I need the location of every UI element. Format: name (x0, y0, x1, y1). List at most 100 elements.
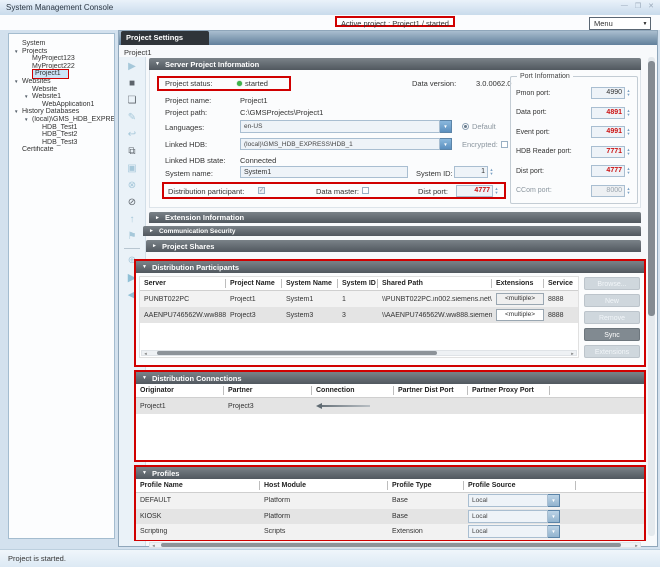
section-header-distribution-participants[interactable]: ▼ Distribution Participants (136, 261, 644, 273)
tree-item-webapplication1[interactable]: WebApplication1 (9, 101, 114, 109)
spin-down-icon[interactable]: ▼ (625, 171, 632, 175)
section-header-communication-security[interactable]: ► Communication Security (143, 226, 641, 236)
close-project-icon[interactable]: ⊗ (122, 178, 142, 193)
ccom-port-stepper[interactable]: 8000 ▲▼ (591, 185, 632, 197)
tree-item-certificate[interactable]: Certificate (9, 146, 114, 154)
system-id-stepper[interactable]: 1 ▲▼ (454, 166, 495, 178)
spin-down-icon[interactable]: ▼ (625, 113, 632, 117)
section-header-extension-information[interactable]: ► Extension Information (149, 212, 641, 223)
unlink-hdb-icon[interactable]: ⊘ (122, 195, 142, 210)
expander-icon[interactable]: ▼ (14, 108, 22, 116)
col-server[interactable]: Server (140, 279, 226, 288)
tree-item-website[interactable]: Website (9, 86, 114, 94)
col-partner-dist-port[interactable]: Partner Dist Port (394, 386, 468, 395)
chevron-down-icon[interactable]: ▼ (440, 120, 452, 133)
participants-h-scrollbar[interactable]: ◄ ► (141, 350, 577, 356)
col-service-port[interactable]: Service P (544, 279, 574, 288)
profiles-row-2[interactable]: KIOSK Platform Base Local▼ (136, 509, 644, 525)
col-system-id[interactable]: System ID (338, 279, 378, 288)
sync-button[interactable]: Sync (584, 328, 640, 341)
col-project-name[interactable]: Project Name (226, 279, 282, 288)
tree-item-hdb-test3[interactable]: HDB_Test3 (9, 139, 114, 147)
extensions-multiple-button[interactable]: <multiple> (496, 309, 544, 321)
edit-icon[interactable]: ✎ (122, 110, 142, 125)
expander-icon[interactable]: ▼ (14, 48, 22, 56)
stop-icon[interactable]: ■ (122, 76, 142, 91)
tree-item-myproject123[interactable]: MyProject123 (9, 55, 114, 63)
col-originator[interactable]: Originator (136, 386, 224, 395)
extensions-multiple-button[interactable]: <multiple> (496, 293, 544, 305)
tree-item-history-databases[interactable]: ▼History Databases (9, 108, 114, 116)
dist-port-stepper2[interactable]: 4777 ▲▼ (591, 165, 632, 177)
col-partner-proxy-port[interactable]: Partner Proxy Port (468, 386, 550, 395)
col-host-module[interactable]: Host Module (260, 481, 388, 490)
data-port-stepper[interactable]: 4891 ▲▼ (591, 107, 632, 119)
scrollbar-thumb[interactable] (648, 61, 655, 316)
spin-down-icon[interactable]: ▼ (488, 172, 495, 176)
tree-item-projects[interactable]: ▼Projects (9, 48, 114, 56)
chevron-down-icon[interactable]: ▼ (440, 138, 452, 150)
col-partner[interactable]: Partner (224, 386, 312, 395)
system-name-input[interactable]: System1 (240, 166, 408, 178)
scroll-left-icon[interactable]: ◄ (150, 543, 157, 548)
section-header-server-project-information[interactable]: ▼ Server Project Information (149, 58, 641, 70)
browse-button[interactable]: Browse... (584, 277, 640, 290)
data-master-checkbox[interactable] (362, 187, 369, 194)
encrypted-checkbox[interactable] (501, 141, 508, 148)
spin-down-icon[interactable]: ▼ (493, 191, 500, 195)
main-v-scrollbar[interactable] (648, 57, 655, 536)
tree-item-hdb-express[interactable]: ▼(local)\GMS_HDB_EXPRESS (9, 116, 114, 124)
expander-icon[interactable]: ▼ (24, 116, 32, 124)
distribution-icon[interactable]: ⧉ (122, 144, 142, 159)
scroll-right-icon[interactable]: ► (569, 351, 576, 356)
linked-hdb-dropdown[interactable]: (local)\GMS_HDB_EXPRESS\HDB_1 ▼ (240, 138, 452, 150)
tree-item-system[interactable]: System (9, 40, 114, 48)
maximize-icon[interactable]: ❒ (635, 2, 641, 10)
scrollbar-thumb[interactable] (161, 543, 621, 547)
col-profile-type[interactable]: Profile Type (388, 481, 464, 490)
spin-down-icon[interactable]: ▼ (625, 191, 632, 195)
profiles-row-1[interactable]: DEFAULT Platform Base Local▼ (136, 493, 644, 509)
start-icon[interactable]: ▶ (122, 59, 142, 74)
hdb-reader-port-stepper[interactable]: 7771 ▲▼ (591, 146, 632, 158)
expander-icon[interactable]: ▼ (24, 93, 32, 101)
scrollbar-thumb[interactable] (157, 351, 437, 355)
section-header-distribution-connections[interactable]: ▼ Distribution Connections (136, 372, 644, 384)
tree-item-website1[interactable]: ▼Website1 (9, 93, 114, 101)
profile-source-dropdown[interactable]: Local▼ (468, 525, 560, 538)
connections-row-1[interactable]: Project1 Project3 (136, 398, 644, 414)
restore-icon[interactable]: ↩ (122, 127, 142, 142)
upgrade-icon[interactable]: ↑ (122, 212, 142, 227)
save-icon[interactable]: ▣ (122, 161, 142, 176)
pmon-port-stepper[interactable]: 4990 ▲▼ (591, 87, 632, 99)
close-icon[interactable]: ✕ (648, 2, 654, 10)
section-header-profiles[interactable]: ▼ Profiles (136, 467, 644, 479)
dist-port-stepper[interactable]: 4777 ▲▼ (456, 185, 500, 197)
scroll-left-icon[interactable]: ◄ (142, 351, 149, 356)
profile-source-dropdown[interactable]: Local▼ (468, 510, 560, 523)
new-project-icon[interactable]: ❏ (122, 93, 142, 108)
radio-icon[interactable] (462, 123, 469, 130)
minimize-icon[interactable]: — (621, 2, 628, 10)
new-button[interactable]: New (584, 294, 640, 307)
languages-dropdown[interactable]: en-US ▼ (240, 120, 452, 133)
menu-dropdown[interactable]: Menu ▼ (589, 17, 651, 30)
distribution-participant-checkbox[interactable]: ✓ (258, 187, 265, 194)
pin-icon[interactable]: ⚑ (122, 229, 142, 244)
default-language-radio[interactable]: Default (462, 122, 496, 131)
spin-down-icon[interactable]: ▼ (625, 93, 632, 97)
participants-row-2[interactable]: AAENPU746562W.ww888 Project3 System3 3 \… (140, 307, 578, 323)
col-profile-source[interactable]: Profile Source (464, 481, 576, 490)
extensions-button[interactable]: Extensions (584, 345, 640, 358)
col-connection[interactable]: Connection (312, 386, 394, 395)
participants-row-1[interactable]: PUNBT022PC Project1 System1 1 \\PUNBT022… (140, 291, 578, 307)
tab-project-settings[interactable]: Project Settings (121, 31, 209, 45)
main-h-scrollbar[interactable]: ◄ ► (149, 542, 641, 548)
scroll-right-icon[interactable]: ► (633, 543, 640, 548)
spin-down-icon[interactable]: ▼ (625, 132, 632, 136)
col-shared-path[interactable]: Shared Path (378, 279, 492, 288)
col-extensions[interactable]: Extensions (492, 279, 544, 288)
section-header-project-shares[interactable]: ► Project Shares (146, 240, 641, 252)
profiles-row-3[interactable]: Scripting Scripts Extension Local▼ (136, 524, 644, 540)
tree-item-hdb-test1[interactable]: HDB_Test1 (9, 124, 114, 132)
